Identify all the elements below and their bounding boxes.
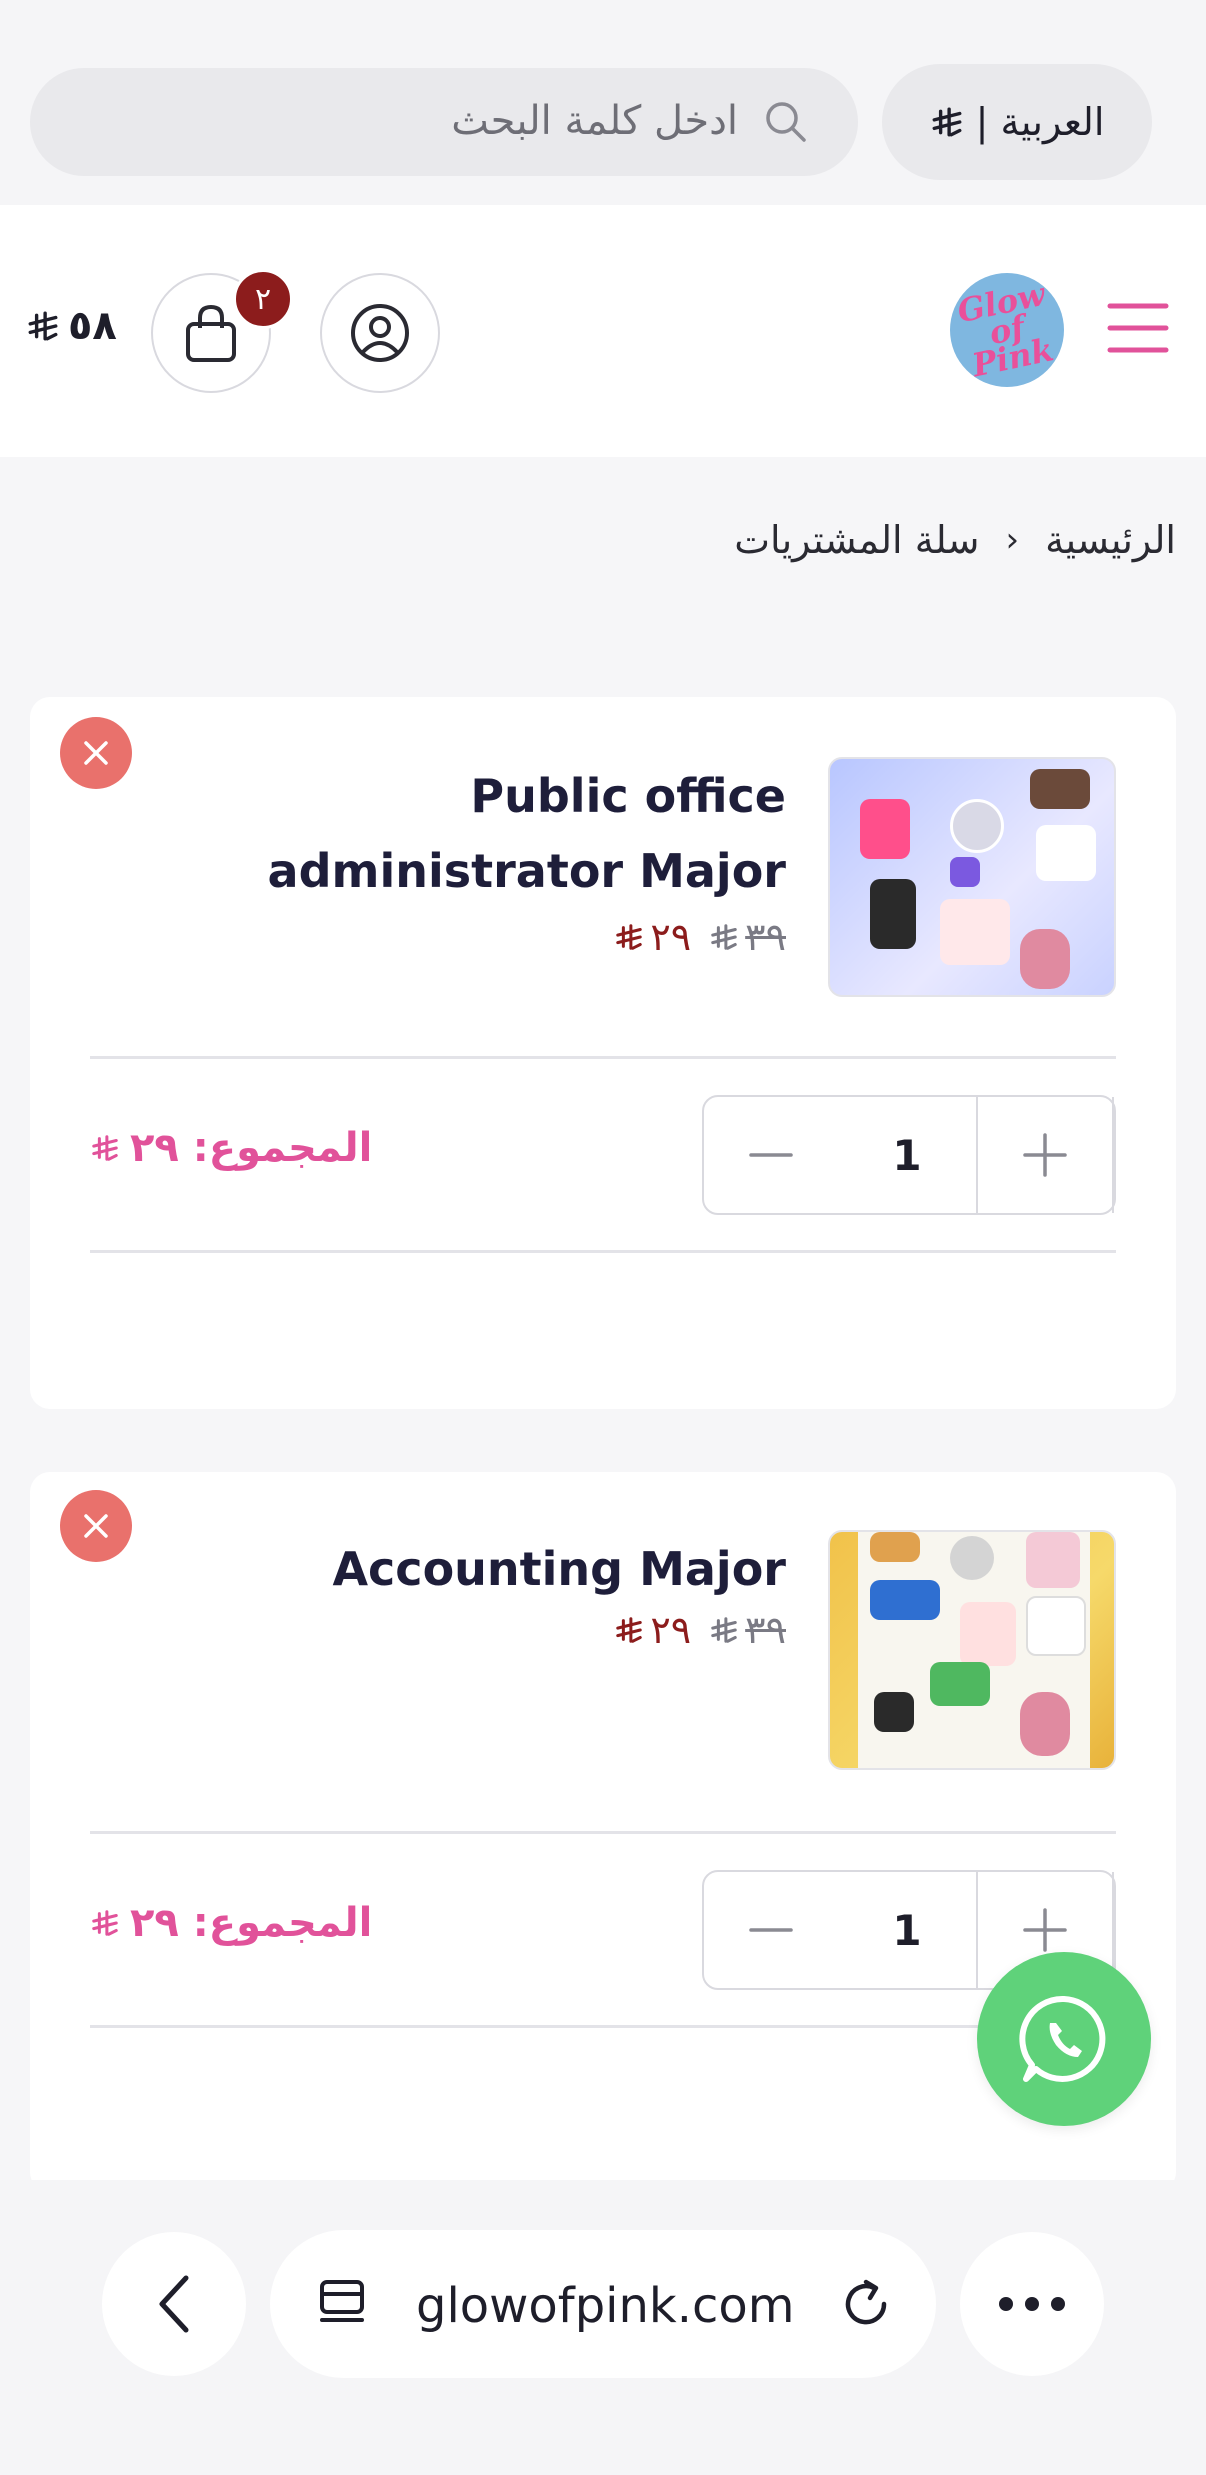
site-header: Glow of Pink ٢ ٥٨ [0, 205, 1206, 457]
line-total: المجموع: ٢٩ [90, 1900, 372, 1946]
quantity-value[interactable]: 1 [838, 1872, 978, 1988]
close-icon [84, 1514, 108, 1538]
old-price: ٣٩ [709, 915, 786, 959]
sale-price: ٢٩ [614, 915, 691, 959]
divider [90, 1831, 1116, 1834]
more-dot [999, 2297, 1013, 2311]
divider [90, 2025, 1116, 2028]
remove-item-button[interactable] [60, 1490, 132, 1562]
cart-total-value: ٥٨ [68, 303, 117, 349]
url-text: glowofpink.com [416, 2278, 795, 2334]
search-input[interactable]: ادخل كلمة البحث [30, 68, 858, 176]
price-row: ٣٩ ٢٩ [614, 915, 786, 959]
line-total-label: المجموع: ٢٩ [130, 1125, 373, 1171]
product-title[interactable]: Public office administrator Major [126, 759, 786, 909]
minus-icon [749, 1928, 793, 1932]
cart-button[interactable]: ٢ [151, 269, 293, 393]
line-total: المجموع: ٢٩ [90, 1125, 372, 1171]
riyal-icon [616, 924, 643, 950]
cart-item: Public office administrator Major ٣٩ ٢٩ … [30, 697, 1176, 1409]
decrease-quantity-button[interactable] [704, 1872, 838, 1988]
divider [90, 1250, 1116, 1253]
minus-icon [749, 1153, 793, 1157]
increase-quantity-button[interactable] [978, 1097, 1114, 1213]
sale-price: ٢٩ [614, 1608, 691, 1652]
sale-price-value: ٢٩ [650, 915, 692, 959]
logo[interactable]: Glow of Pink [950, 273, 1064, 387]
breadcrumb: الرئيسية ‹ سلة المشتريات [734, 518, 1176, 562]
logo-text: Glow of Pink [954, 274, 1057, 385]
riyal-icon [616, 1617, 643, 1643]
top-bar: ادخل كلمة البحث العربية | [0, 0, 1206, 205]
remove-item-button[interactable] [60, 717, 132, 789]
whatsapp-icon [1019, 1995, 1106, 2082]
whatsapp-chat-button[interactable] [977, 1952, 1151, 2126]
riyal-icon [711, 924, 737, 950]
browser-toolbar: glowofpink.com [0, 2180, 1206, 2475]
close-icon [84, 741, 108, 765]
quantity-stepper[interactable]: 1 [702, 1095, 1116, 1215]
language-label: العربية | [975, 100, 1105, 144]
page-info-icon[interactable] [316, 2278, 368, 2330]
plus-icon [1023, 1133, 1067, 1177]
divider [90, 1056, 1116, 1059]
riyal-icon [711, 1617, 737, 1643]
address-bar[interactable]: glowofpink.com [270, 2230, 936, 2378]
language-currency-button[interactable]: العربية | [882, 64, 1152, 180]
plus-icon [1023, 1908, 1067, 1952]
product-title[interactable]: Accounting Major [126, 1532, 786, 1607]
riyal-icon [28, 311, 58, 341]
chevron-left-icon [159, 2275, 189, 2333]
riyal-icon [92, 1135, 118, 1161]
old-price: ٣٩ [709, 1608, 786, 1652]
search-placeholder: ادخل كلمة البحث [451, 98, 738, 144]
decrease-quantity-button[interactable] [704, 1097, 838, 1213]
old-price-value: ٣٩ [745, 915, 786, 959]
more-options-button[interactable] [960, 2232, 1104, 2376]
more-dot [1025, 2297, 1039, 2311]
old-price-value: ٣٩ [745, 1608, 786, 1652]
sale-price-value: ٢٩ [650, 1608, 692, 1652]
product-image[interactable] [828, 757, 1116, 997]
price-row: ٣٩ ٢٩ [614, 1608, 786, 1652]
account-button[interactable] [320, 273, 440, 393]
riyal-icon [932, 107, 962, 137]
user-icon [351, 304, 409, 362]
hamburger-menu-icon[interactable] [1106, 300, 1170, 356]
breadcrumb-current: سلة المشتريات [734, 518, 980, 562]
riyal-icon [92, 1910, 118, 1936]
shopping-bag-icon [186, 304, 236, 362]
breadcrumb-home[interactable]: الرئيسية [1045, 518, 1176, 562]
reload-icon[interactable] [836, 2274, 896, 2334]
cart-count-badge: ٢ [233, 269, 293, 329]
search-icon [766, 102, 806, 142]
header-cart-total: ٥٨ [26, 303, 117, 349]
line-total-label: المجموع: ٢٩ [130, 1900, 373, 1946]
quantity-value[interactable]: 1 [838, 1097, 978, 1213]
breadcrumb-separator: ‹ [1005, 520, 1020, 560]
back-button[interactable] [102, 2232, 246, 2376]
more-dot [1051, 2297, 1065, 2311]
product-image[interactable] [828, 1530, 1116, 1770]
